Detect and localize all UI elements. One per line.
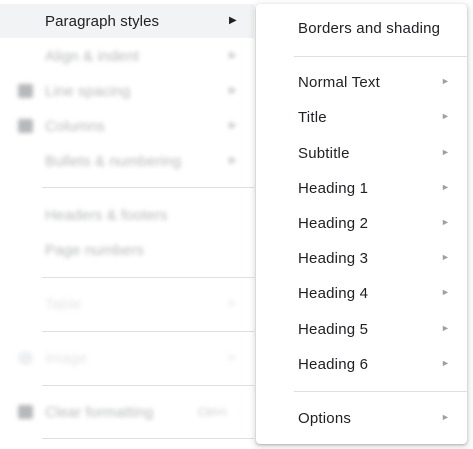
submenu-arrow-icon: ▶ (229, 15, 237, 26)
menu-divider (42, 385, 254, 386)
submenu-arrow-icon: ▶ (229, 85, 237, 96)
borders-and-shading-item[interactable]: Borders and shading (256, 11, 467, 46)
menu-item-label: Table (45, 296, 82, 313)
submenu-arrow-icon: ▶ (229, 120, 237, 131)
submenu-arrow-icon: ► (441, 412, 450, 422)
submenu-arrow-icon: ► (441, 111, 450, 121)
clear-formatting-icon (18, 405, 33, 419)
submenu-arrow-icon: ► (441, 358, 450, 368)
submenu-arrow-icon: ► (441, 76, 450, 86)
menu-item-line-spacing[interactable]: Line spacing ▶ (0, 74, 254, 108)
menu-item-label: Page numbers (45, 242, 144, 259)
menu-item-label: Heading 6 (298, 356, 369, 373)
submenu-arrow-icon: ▶ (229, 155, 237, 166)
submenu-arrow-icon: ▶ (229, 298, 237, 309)
menu-item-label: Heading 1 (298, 180, 369, 197)
columns-icon (18, 119, 33, 133)
menu-item-bullets-numbering[interactable]: Bullets & numbering ▶ (0, 144, 254, 178)
submenu-arrow-icon: ► (441, 217, 450, 227)
menu-item-image: Image ▶ (0, 341, 254, 375)
style-item-heading-2[interactable]: Heading 2 ► (256, 206, 467, 241)
style-item-title[interactable]: Title ► (256, 100, 467, 135)
submenu-divider (294, 391, 467, 392)
menu-item-label: Heading 4 (298, 285, 369, 302)
style-item-heading-5[interactable]: Heading 5 ► (256, 312, 467, 347)
menu-item-clear-formatting[interactable]: Clear formatting Ctrl+\ (0, 395, 254, 429)
menu-item-label: Image (45, 350, 88, 367)
options-item[interactable]: Options ► (256, 401, 467, 436)
style-item-normal-text[interactable]: Normal Text ► (256, 65, 467, 100)
menu-item-label: Options (298, 410, 352, 427)
format-menu: Paragraph styles ▶ Align & indent ▶ Line… (0, 0, 262, 449)
submenu-arrow-icon: ► (441, 323, 450, 333)
line-spacing-icon (18, 84, 33, 98)
menu-item-label: Headers & footers (45, 207, 168, 224)
image-icon (18, 351, 33, 365)
paragraph-styles-submenu: Borders and shading Normal Text ► Title … (256, 4, 467, 444)
style-item-heading-1[interactable]: Heading 1 ► (256, 171, 467, 206)
style-item-heading-4[interactable]: Heading 4 ► (256, 276, 467, 311)
menu-divider (42, 438, 254, 439)
menu-item-label: Heading 2 (298, 215, 369, 232)
menu-divider (42, 331, 254, 332)
style-item-heading-6[interactable]: Heading 6 ► (256, 347, 467, 382)
submenu-arrow-icon: ► (441, 252, 450, 262)
style-item-heading-3[interactable]: Heading 3 ► (256, 241, 467, 276)
menu-divider (42, 187, 254, 188)
menu-item-label: Columns (45, 118, 105, 135)
menu-item-label: Heading 3 (298, 250, 369, 267)
menu-item-label: Line spacing (45, 83, 131, 100)
menu-item-columns[interactable]: Columns ▶ (0, 109, 254, 143)
menu-item-page-numbers[interactable]: Page numbers (0, 233, 254, 267)
menu-item-table: Table ▶ (0, 287, 254, 321)
submenu-arrow-icon: ▶ (229, 50, 237, 61)
menu-item-label: Borders and shading (298, 20, 441, 37)
menu-item-label: Paragraph styles (45, 13, 160, 30)
submenu-divider (294, 56, 467, 57)
submenu-arrow-icon: ► (441, 287, 450, 297)
menu-item-label: Normal Text (298, 74, 380, 91)
menu-divider (42, 277, 254, 278)
screenshot-canvas: Paragraph styles ▶ Align & indent ▶ Line… (0, 0, 473, 449)
keyboard-shortcut: Ctrl+\ (198, 405, 228, 419)
menu-item-headers-footers[interactable]: Headers & footers (0, 198, 254, 232)
submenu-arrow-icon: ► (441, 182, 450, 192)
submenu-arrow-icon: ► (441, 147, 450, 157)
style-item-subtitle[interactable]: Subtitle ► (256, 136, 467, 171)
menu-item-label: Bullets & numbering (45, 153, 182, 170)
submenu-arrow-icon: ▶ (229, 352, 237, 363)
menu-item-label: Clear formatting (45, 404, 154, 421)
menu-item-label: Align & indent (45, 48, 139, 65)
menu-item-paragraph-styles[interactable]: Paragraph styles ▶ (0, 4, 254, 38)
menu-item-align-indent[interactable]: Align & indent ▶ (0, 39, 254, 73)
menu-item-label: Title (298, 109, 327, 126)
menu-item-label: Heading 5 (298, 321, 369, 338)
menu-item-label: Subtitle (298, 145, 350, 162)
